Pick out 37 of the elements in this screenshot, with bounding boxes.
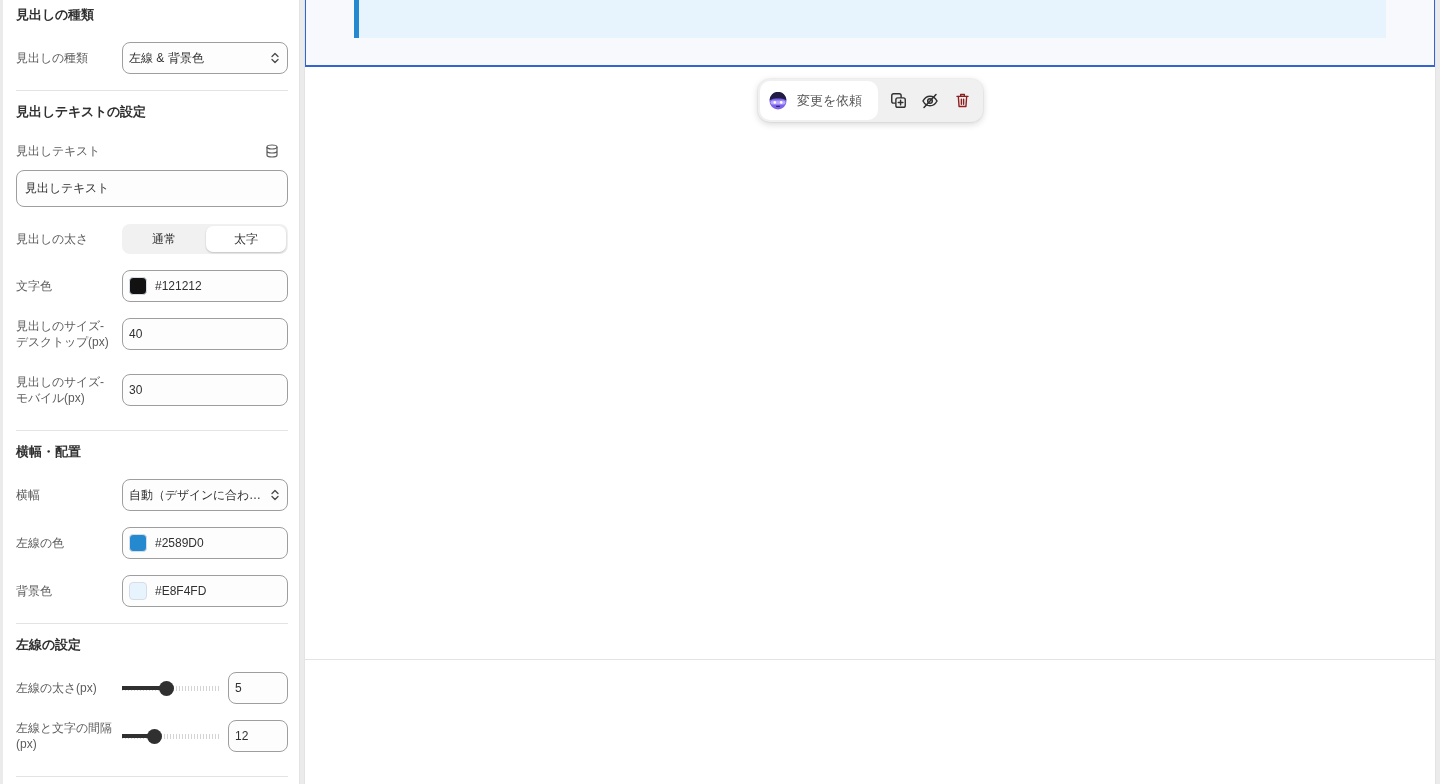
number-input[interactable]: 12 — [228, 720, 288, 752]
field-label: 文字色 — [16, 278, 53, 294]
section-title: 見出しの種類 — [16, 7, 95, 23]
eye-slash-icon — [922, 92, 938, 109]
chevron-up-down-icon — [271, 489, 279, 501]
field-label: 見出しのサイズ-デスクトップ(px) — [16, 318, 110, 350]
section-title: 左線の設定 — [16, 637, 82, 653]
field-label: 横幅 — [16, 487, 41, 503]
field-label: 見出しの太さ — [16, 231, 89, 247]
color-field[interactable]: #E8F4FD — [122, 575, 288, 607]
slider-thumb[interactable] — [146, 728, 162, 744]
color-field[interactable]: #2589D0 — [122, 527, 288, 559]
field-label: 見出しの種類 — [16, 50, 89, 66]
segment-option[interactable]: 通常 — [124, 226, 204, 252]
field-label: 左線の色 — [16, 535, 65, 551]
color-field[interactable]: #121212 — [122, 270, 288, 302]
field-label: 左線の太さ(px) — [16, 680, 98, 696]
number-input[interactable]: 5 — [228, 672, 288, 704]
mascot-icon — [769, 91, 787, 110]
number-input[interactable]: 30 — [122, 374, 288, 406]
request-changes-button[interactable]: 変更を依頼 — [760, 81, 878, 120]
dropdown[interactable]: 自動（デザインに合わ… — [122, 479, 288, 511]
copy-plus-icon — [890, 93, 906, 108]
trash-icon — [955, 93, 969, 108]
field-label: 背景色 — [16, 583, 53, 599]
chevron-up-down-icon — [271, 52, 279, 64]
slider-thumb[interactable] — [158, 680, 174, 696]
database-icon — [266, 144, 278, 158]
field-label: 左線と文字の間隔(px) — [16, 720, 113, 752]
dropdown[interactable]: 左線 & 背景色 — [122, 42, 288, 74]
segment-option[interactable]: 太字 — [206, 226, 286, 252]
section-title: 見出しテキストの設定 — [16, 104, 147, 120]
text-input[interactable]: 見出しテキスト — [16, 170, 288, 207]
field-label: 見出しのサイズ-モバイル(px) — [16, 374, 105, 406]
section-title: 横幅・配置 — [16, 444, 82, 460]
field-label: 見出しテキスト — [16, 143, 100, 159]
number-input[interactable]: 40 — [122, 318, 288, 350]
